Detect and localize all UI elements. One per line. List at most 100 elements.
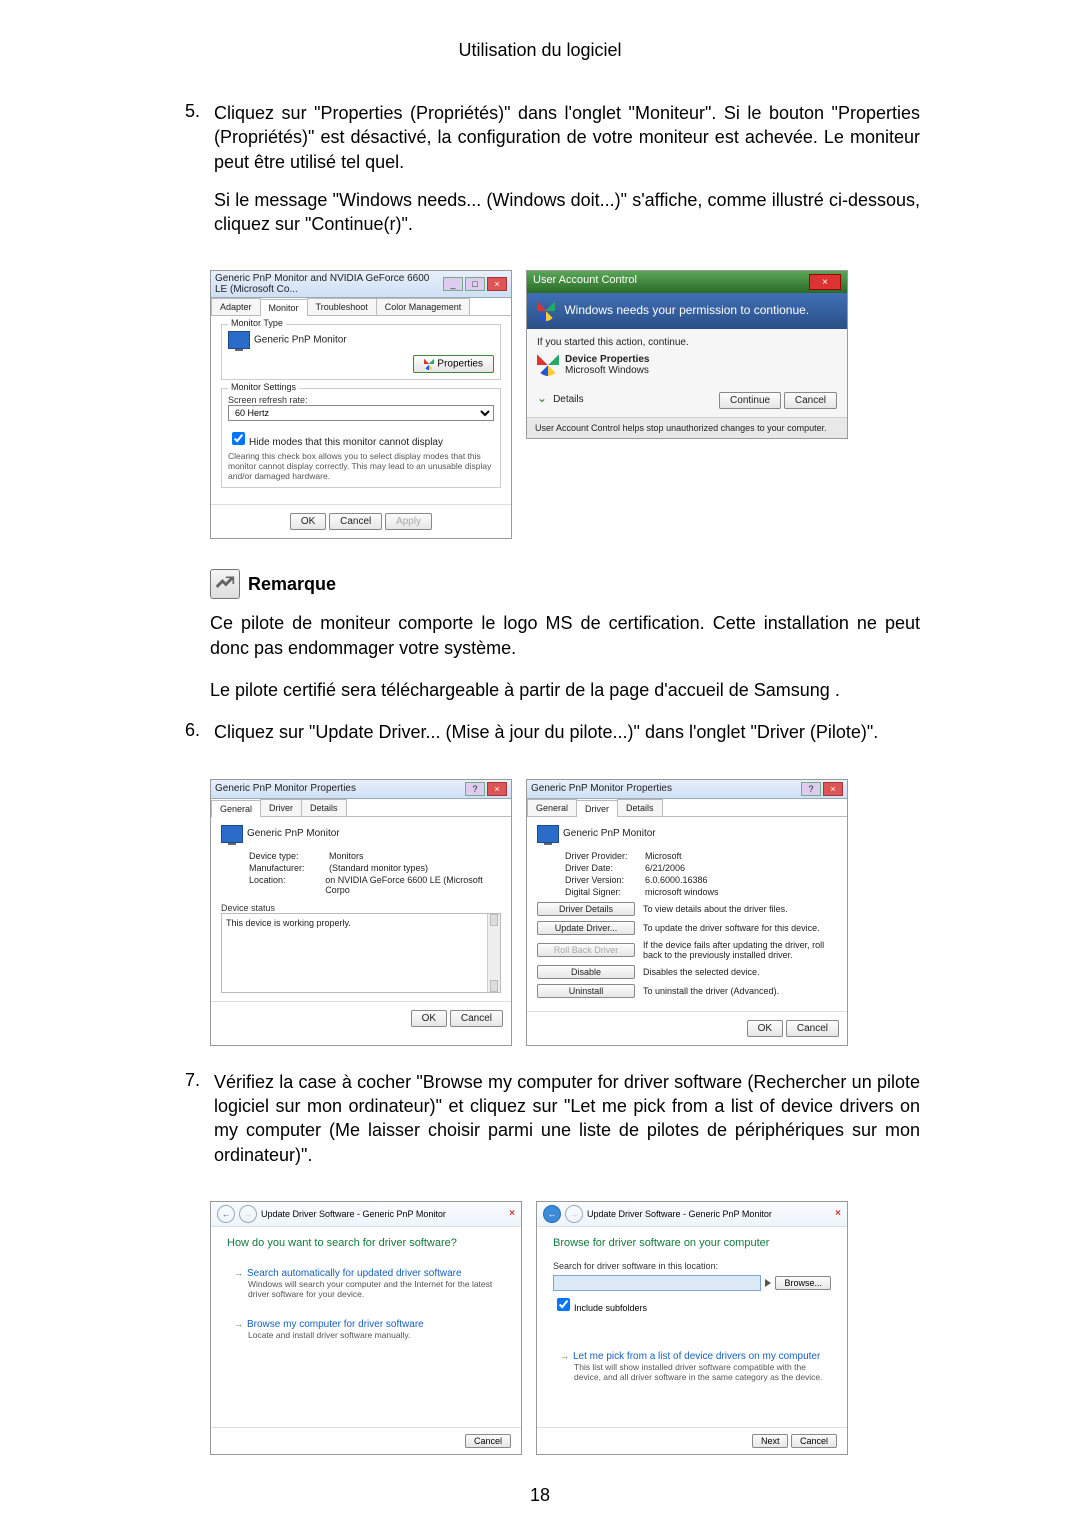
shield-icon (424, 358, 434, 370)
cancel-button[interactable]: Cancel (450, 1010, 503, 1027)
uac-title: User Account Control (533, 274, 637, 290)
ok-button[interactable]: OK (290, 513, 326, 530)
option-desc: Locate and install driver software manua… (248, 1330, 498, 1340)
hide-modes-checkbox[interactable] (232, 432, 245, 445)
tab-driver[interactable]: Driver (260, 799, 302, 816)
driver-details-desc: To view details about the driver files. (643, 904, 837, 914)
cancel-button[interactable]: Cancel (784, 392, 837, 409)
properties-driver-dialog: Generic PnP Monitor Properties ? × Gener… (526, 779, 848, 1046)
disable-desc: Disables the selected device. (643, 967, 837, 977)
close-button[interactable]: × (509, 1208, 515, 1219)
next-button[interactable]: Next (752, 1434, 789, 1448)
update-driver-desc: To update the driver software for this d… (643, 923, 837, 933)
continue-button[interactable]: Continue (719, 392, 781, 409)
dialog-title: Generic PnP Monitor Properties (531, 783, 672, 794)
chevron-down-icon[interactable]: ⌄ (537, 391, 547, 405)
include-subfolders-checkbox[interactable] (557, 1298, 570, 1311)
arrow-icon: → (234, 1319, 243, 1329)
wizard-heading: How do you want to search for driver sof… (227, 1237, 505, 1249)
forward-button: → (239, 1205, 257, 1223)
note-icon (210, 569, 240, 599)
search-location-label: Search for driver software in this locat… (553, 1261, 831, 1271)
uac-item-publisher: Microsoft Windows (565, 365, 650, 376)
apply-button[interactable]: Apply (385, 513, 432, 530)
uac-footer-text: User Account Control helps stop unauthor… (527, 417, 847, 438)
rollback-driver-button[interactable]: Roll Back Driver (537, 943, 635, 957)
browse-button[interactable]: Browse... (775, 1276, 831, 1290)
manufacturer-value: (Standard monitor types) (329, 863, 428, 873)
close-button[interactable]: × (487, 277, 507, 291)
refresh-rate-select[interactable]: 60 Hertz (228, 405, 494, 421)
driver-provider-value: Microsoft (645, 851, 682, 861)
note-text-2: Le pilote certifié sera téléchargeable à… (210, 678, 920, 702)
forward-button: → (565, 1205, 583, 1223)
driver-details-button[interactable]: Driver Details (537, 902, 635, 916)
close-button[interactable]: × (835, 1208, 841, 1219)
page-number: 18 (160, 1485, 920, 1506)
back-button[interactable]: ← (217, 1205, 235, 1223)
option-let-me-pick[interactable]: →Let me pick from a list of device drive… (553, 1344, 831, 1389)
dialog-title: Generic PnP Monitor and NVIDIA GeForce 6… (215, 273, 443, 295)
driver-provider-label: Driver Provider: (565, 851, 645, 861)
cancel-button[interactable]: Cancel (791, 1434, 837, 1448)
tab-details[interactable]: Details (301, 799, 347, 816)
uac-started-line: If you started this action, continue. (537, 337, 837, 348)
close-button[interactable]: × (823, 782, 843, 796)
option-desc: Windows will search your computer and th… (248, 1279, 498, 1299)
step-7: 7. Vérifiez la case à cocher "Browse my … (160, 1070, 920, 1181)
page-header: Utilisation du logiciel (160, 40, 920, 61)
driver-version-value: 6.0.6000.16386 (645, 875, 708, 885)
minimize-button[interactable]: _ (443, 277, 463, 291)
hide-modes-note: Clearing this check box allows you to se… (228, 451, 494, 481)
uac-item-title: Device Properties (565, 354, 650, 365)
monitor-icon (221, 825, 243, 843)
note-text-1: Ce pilote de moniteur comporte le logo M… (210, 611, 920, 660)
close-button[interactable]: × (809, 274, 841, 290)
properties-general-dialog: Generic PnP Monitor Properties ? × Gener… (210, 779, 512, 1046)
monitor-name: Generic PnP Monitor (254, 335, 347, 346)
monitor-icon (228, 331, 250, 349)
dropdown-arrow-icon[interactable] (765, 1279, 771, 1287)
step-5-text-2: Si le message "Windows needs... (Windows… (214, 188, 920, 237)
uninstall-button[interactable]: Uninstall (537, 984, 635, 998)
step-number: 6. (160, 720, 214, 758)
close-button[interactable]: × (487, 782, 507, 796)
tab-details[interactable]: Details (617, 799, 663, 816)
wizard-heading: Browse for driver software on your compu… (553, 1237, 831, 1249)
tab-driver[interactable]: Driver (576, 800, 618, 817)
maximize-button[interactable]: □ (465, 277, 485, 291)
update-driver-wizard-browse: ← → Update Driver Software - Generic PnP… (536, 1201, 848, 1455)
hide-modes-label: Hide modes that this monitor cannot disp… (249, 437, 443, 448)
help-button[interactable]: ? (465, 782, 485, 796)
tab-general[interactable]: General (211, 800, 261, 817)
shield-icon (537, 301, 555, 321)
ok-button[interactable]: OK (747, 1020, 783, 1037)
option-browse-computer[interactable]: →Browse my computer for driver software … (227, 1312, 505, 1347)
update-driver-button[interactable]: Update Driver... (537, 921, 635, 935)
update-driver-wizard-search: ← → Update Driver Software - Generic PnP… (210, 1201, 522, 1455)
location-value: on NVIDIA GeForce 6600 LE (Microsoft Cor… (325, 875, 501, 895)
tab-color-management[interactable]: Color Management (376, 298, 471, 315)
back-button[interactable]: ← (543, 1205, 561, 1223)
tab-general[interactable]: General (527, 799, 577, 816)
tab-troubleshoot[interactable]: Troubleshoot (307, 298, 377, 315)
cancel-button[interactable]: Cancel (465, 1434, 511, 1448)
option-search-automatically[interactable]: →Search automatically for updated driver… (227, 1261, 505, 1306)
help-button[interactable]: ? (801, 782, 821, 796)
cancel-button[interactable]: Cancel (786, 1020, 839, 1037)
tab-monitor[interactable]: Monitor (260, 299, 308, 316)
include-subfolders-label: Include subfolders (574, 1303, 647, 1313)
tab-adapter[interactable]: Adapter (211, 298, 261, 315)
location-input[interactable] (553, 1275, 761, 1291)
step-6: 6. Cliquez sur "Update Driver... (Mise à… (160, 720, 920, 758)
properties-button[interactable]: Properties (413, 355, 494, 373)
details-toggle[interactable]: Details (553, 394, 584, 405)
option-desc: This list will show installed driver sof… (574, 1362, 824, 1382)
scrollbar[interactable] (487, 914, 500, 992)
cancel-button[interactable]: Cancel (329, 513, 382, 530)
wizard-breadcrumb: Update Driver Software - Generic PnP Mon… (261, 1209, 446, 1219)
ok-button[interactable]: OK (411, 1010, 447, 1027)
disable-button[interactable]: Disable (537, 965, 635, 979)
step-5: 5. Cliquez sur "Properties (Propriétés)"… (160, 101, 920, 250)
uac-dialog: User Account Control × Windows needs you… (526, 270, 848, 439)
